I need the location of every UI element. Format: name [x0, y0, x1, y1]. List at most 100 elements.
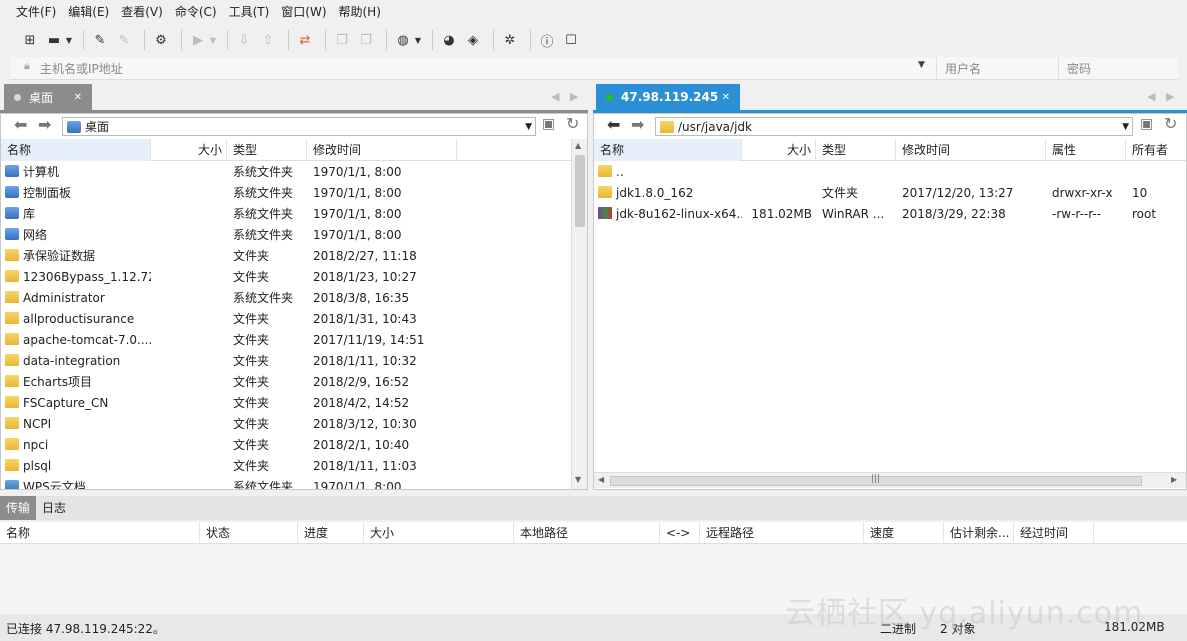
remote-path-input[interactable]: /usr/java/jdk ▼: [655, 117, 1133, 136]
refresh-icon[interactable]: ↻: [1164, 114, 1177, 133]
tab-transfer[interactable]: 传输: [0, 496, 37, 520]
chevron-down-icon[interactable]: ▼: [209, 30, 217, 50]
column-name[interactable]: 名称: [0, 522, 200, 544]
list-item[interactable]: 承保验证数据 文件夹 2018/2/27, 11:18: [1, 246, 571, 267]
chevron-down-icon[interactable]: ▼: [918, 60, 925, 70]
back-arrow-icon[interactable]: ⬅: [607, 115, 620, 134]
local-vertical-scrollbar[interactable]: ▲ ▼: [571, 139, 587, 489]
scroll-left-icon[interactable]: ◀: [598, 475, 604, 484]
connect-icon[interactable]: ✎: [90, 30, 110, 50]
shell-icon[interactable]: ◕: [439, 30, 459, 50]
list-item[interactable]: data-integration 文件夹 2018/1/11, 10:32: [1, 351, 571, 372]
list-item[interactable]: 12306Bypass_1.12.72 文件夹 2018/1/23, 10:27: [1, 267, 571, 288]
chat-icon[interactable]: ☐: [561, 30, 581, 50]
upload-icon[interactable]: ⇧: [258, 30, 278, 50]
list-item[interactable]: jdk-8u162-linux-x64... 181.02MB WinRAR ...…: [594, 204, 1186, 225]
column-name[interactable]: 名称: [594, 139, 742, 161]
menu-command[interactable]: 命令(C): [169, 0, 223, 25]
disconnect-icon[interactable]: ✎: [114, 30, 134, 50]
globe-icon[interactable]: ◍: [393, 30, 413, 50]
column-local-path[interactable]: 本地路径: [514, 522, 660, 544]
column-eta[interactable]: 估计剩余...: [944, 522, 1014, 544]
column-elapsed[interactable]: 经过时间: [1014, 522, 1094, 544]
session-settings-icon[interactable]: ⚙: [151, 30, 171, 50]
tab-scroll-right-icon[interactable]: ▶: [570, 90, 578, 103]
scroll-down-icon[interactable]: ▼: [575, 475, 581, 484]
menu-edit[interactable]: 编辑(E): [62, 0, 115, 25]
column-modified[interactable]: 修改时间: [896, 139, 1046, 161]
feather-icon[interactable]: ◈: [463, 30, 483, 50]
menu-tools[interactable]: 工具(T): [223, 0, 276, 25]
copy-icon[interactable]: ❐: [332, 30, 352, 50]
column-attributes[interactable]: 属性: [1046, 139, 1126, 161]
list-item[interactable]: NCPI 文件夹 2018/3/12, 10:30: [1, 414, 571, 435]
column-remote-path[interactable]: 远程路径: [700, 522, 864, 544]
list-item[interactable]: Administrator 系统文件夹 2018/3/8, 16:35: [1, 288, 571, 309]
gear-icon[interactable]: ✲: [500, 30, 520, 50]
forward-arrow-icon[interactable]: ➡: [38, 115, 51, 134]
terminal-icon[interactable]: ▶: [188, 30, 208, 50]
close-icon[interactable]: ✕: [74, 92, 82, 103]
list-item[interactable]: FSCapture_CN 文件夹 2018/4/2, 14:52: [1, 393, 571, 414]
column-owner[interactable]: 所有者: [1126, 139, 1186, 161]
close-icon[interactable]: ✕: [722, 92, 730, 103]
list-item[interactable]: npci 文件夹 2018/2/1, 10:40: [1, 435, 571, 456]
list-item[interactable]: 控制面板 系统文件夹 1970/1/1, 8:00: [1, 183, 571, 204]
new-folder-icon[interactable]: ▣: [542, 116, 555, 132]
chevron-down-icon[interactable]: ▼: [414, 30, 422, 50]
new-tab-icon[interactable]: ⊞: [20, 30, 40, 50]
column-modified[interactable]: 修改时间: [307, 139, 457, 161]
column-direction[interactable]: <->: [660, 522, 700, 544]
chevron-down-icon[interactable]: ▼: [1122, 122, 1129, 132]
menu-view[interactable]: 查看(V): [115, 0, 169, 25]
host-input[interactable]: 主机名或IP地址: [40, 60, 123, 77]
scroll-thumb[interactable]: [575, 155, 585, 227]
sync-transfer-icon[interactable]: ⇄: [295, 30, 315, 50]
local-path-input[interactable]: 桌面 ▼: [62, 117, 536, 136]
cell-time: 2018/1/11, 11:03: [313, 459, 417, 473]
column-size[interactable]: 大小: [364, 522, 514, 544]
tab-scroll-left-icon[interactable]: ◀: [1147, 90, 1155, 103]
list-item[interactable]: 库 系统文件夹 1970/1/1, 8:00: [1, 204, 571, 225]
chevron-down-icon[interactable]: ▼: [525, 122, 532, 132]
tab-scroll-right-icon[interactable]: ▶: [1166, 90, 1174, 103]
column-size[interactable]: 大小: [151, 139, 227, 161]
scroll-up-icon[interactable]: ▲: [575, 141, 581, 150]
list-item[interactable]: allproductisurance 文件夹 2018/1/31, 10:43: [1, 309, 571, 330]
tab-remote-session[interactable]: 47.98.119.245 ✕: [596, 84, 740, 110]
scroll-right-icon[interactable]: ▶: [1171, 475, 1177, 484]
list-item[interactable]: 计算机 系统文件夹 1970/1/1, 8:00: [1, 162, 571, 183]
column-speed[interactable]: 速度: [864, 522, 944, 544]
menu-window[interactable]: 窗口(W): [275, 0, 332, 25]
column-name[interactable]: 名称: [1, 139, 151, 161]
list-item[interactable]: WPS云文档 系统文件夹 1970/1/1, 8:00: [1, 477, 571, 489]
list-item[interactable]: apache-tomcat-7.0.... 文件夹 2017/11/19, 14:5…: [1, 330, 571, 351]
column-type[interactable]: 类型: [816, 139, 896, 161]
username-input[interactable]: 用户名: [936, 57, 1056, 79]
refresh-icon[interactable]: ↻: [566, 114, 579, 133]
column-type[interactable]: 类型: [227, 139, 307, 161]
list-item[interactable]: ..: [594, 162, 1186, 183]
list-item[interactable]: jdk1.8.0_162 文件夹 2017/12/20, 13:27 drwxr-xr…: [594, 183, 1186, 204]
list-item[interactable]: plsql 文件夹 2018/1/11, 11:03: [1, 456, 571, 477]
paste-icon[interactable]: ❐: [356, 30, 376, 50]
open-folder-icon[interactable]: ▬: [44, 30, 64, 50]
help-icon[interactable]: ⓘ: [537, 30, 557, 50]
new-folder-icon[interactable]: ▣: [1140, 116, 1153, 132]
tab-scroll-left-icon[interactable]: ◀: [551, 90, 559, 103]
column-size[interactable]: 大小: [742, 139, 816, 161]
tab-log[interactable]: 日志: [36, 496, 72, 520]
list-item[interactable]: 网络 系统文件夹 1970/1/1, 8:00: [1, 225, 571, 246]
menu-help[interactable]: 帮助(H): [333, 0, 387, 25]
back-arrow-icon[interactable]: ⬅: [14, 115, 27, 134]
chevron-down-icon[interactable]: ▼: [65, 30, 73, 50]
tab-local-desktop[interactable]: 桌面 ✕: [4, 84, 92, 110]
forward-arrow-icon[interactable]: ➡: [631, 115, 644, 134]
remote-horizontal-scrollbar[interactable]: ◀ ||| ▶: [594, 472, 1186, 488]
password-input[interactable]: 密码: [1058, 57, 1178, 79]
list-item[interactable]: Echarts项目 文件夹 2018/2/9, 16:52: [1, 372, 571, 393]
menu-file[interactable]: 文件(F): [10, 0, 62, 25]
download-icon[interactable]: ⇩: [234, 30, 254, 50]
column-status[interactable]: 状态: [200, 522, 298, 544]
column-progress[interactable]: 进度: [298, 522, 364, 544]
